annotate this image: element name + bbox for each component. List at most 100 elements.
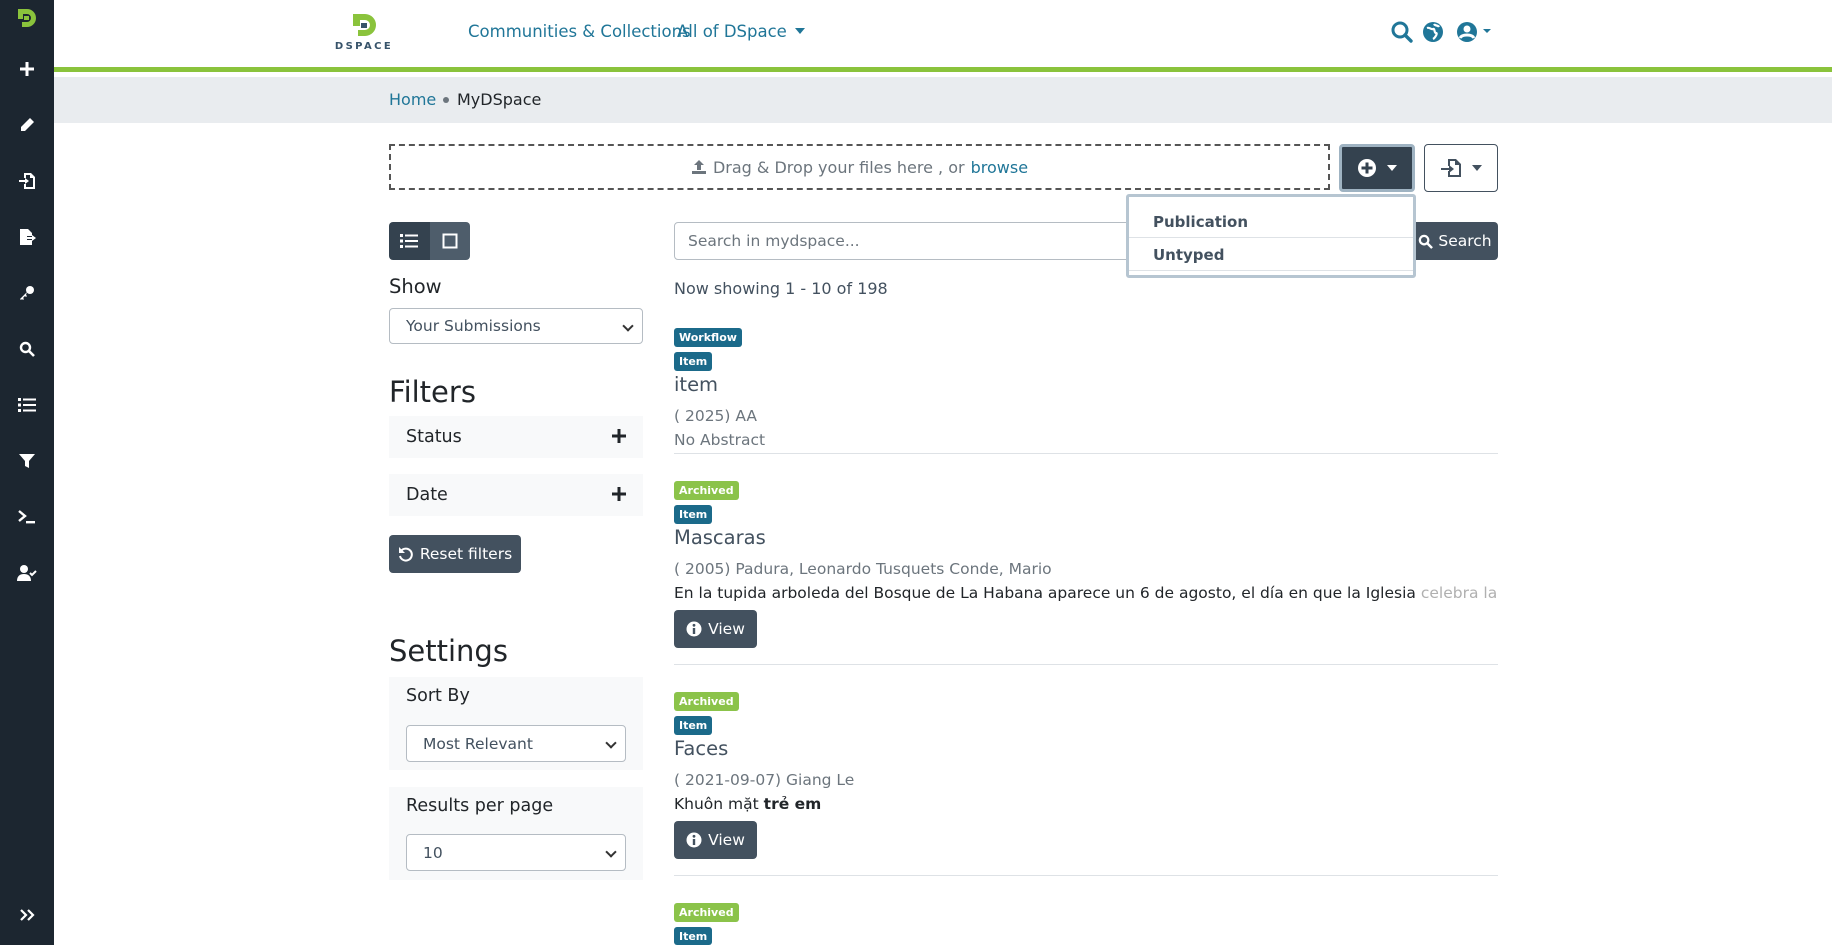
site-header [54,0,1832,72]
logo-text: DSPACE [334,41,394,52]
result-abstract: En la tupida arboleda del Bosque de La H… [674,584,1497,602]
reset-filters-label: Reset filters [419,545,513,563]
type-badge: Item [674,352,713,371]
chevron-down-icon [605,737,617,749]
view-button-label: View [708,831,745,849]
result-title[interactable]: Mascaras [674,526,766,549]
search-icon[interactable] [0,327,54,371]
filter-date[interactable]: Date [389,474,643,516]
import-icon[interactable] [0,159,54,203]
show-select[interactable]: Your Submissions [389,308,643,344]
chevron-down-icon [1472,165,1482,171]
admin-sidebar [0,0,54,945]
filter-status[interactable]: Status [389,416,643,458]
double-chevron-right-icon[interactable] [0,893,54,937]
results-per-page-value: 10 [423,843,443,862]
plus-icon[interactable] [0,47,54,91]
result-meta: ( 2021-09-07) Giang Le [674,771,855,789]
undo-icon [398,547,413,562]
type-badge: Item [674,927,713,945]
chevron-down-icon [622,320,634,332]
view-mode-toggle [389,222,470,260]
upload-icon [691,160,706,174]
plus-icon [612,429,626,443]
type-badge: Item [674,716,713,735]
file-dropzone[interactable]: Drag & Drop your files here , or browse [389,144,1330,190]
result-abstract: Khuôn mặt trẻ em [674,795,821,813]
menu-item-publication[interactable]: Publication [1129,206,1413,238]
result-abstract: No Abstract [674,431,766,449]
result-abstract-text: En la tupida arboleda del Bosque de La H… [674,584,1416,602]
status-badge: Archived [674,903,739,922]
nav-all-of-dspace[interactable]: All of DSpace [677,22,805,41]
add-submission-menu: Publication Untyped [1126,194,1416,278]
result-title[interactable]: Faces [674,737,728,760]
search-icon [1419,234,1434,249]
filter-icon[interactable] [0,439,54,483]
pencil-icon[interactable] [0,103,54,147]
dropzone-label: Drag & Drop your files here , or [712,157,965,177]
dspace-logo[interactable]: DSPACE [334,12,394,56]
search-icon[interactable] [1390,20,1414,48]
list-view-button[interactable] [389,222,430,260]
search-placeholder: Search in mydspace... [688,232,860,250]
status-badge: Archived [674,481,739,500]
grid-view-button[interactable] [429,222,470,260]
chevron-down-icon [605,846,617,858]
plus-circle-icon [1358,159,1376,177]
chevron-down-icon [794,28,805,34]
breadcrumb-current: MyDSpace [457,90,542,109]
results-per-page-select[interactable]: 10 [406,834,626,871]
search-button[interactable]: Search [1412,222,1498,260]
type-badge: Item [674,505,713,524]
list-icon[interactable] [0,383,54,427]
result-abstract-faded: celebra la [1420,584,1498,602]
result-divider [674,453,1498,454]
user-check-icon[interactable] [0,551,54,595]
key-icon[interactable] [0,271,54,315]
chevron-down-icon [1387,165,1397,171]
view-button[interactable]: View [674,610,757,648]
settings-heading: Settings [389,634,508,668]
results-per-page-label: Results per page [406,796,554,816]
dspace-logo-icon[interactable] [0,0,54,36]
user-menu[interactable] [1455,20,1491,48]
result-title[interactable]: item [674,373,718,396]
sort-by-select[interactable]: Most Relevant [406,725,626,762]
nav-all-of-dspace-label: All of DSpace [677,22,787,41]
add-submission-button[interactable] [1339,144,1415,192]
user-circle-icon [1457,22,1491,42]
breadcrumb [54,77,1832,123]
search-button-label: Search [1438,232,1492,250]
filter-status-label: Status [406,427,462,447]
filter-date-label: Date [406,485,448,505]
sort-by-value: Most Relevant [423,734,533,753]
info-circle-icon [686,832,702,848]
status-badge: Workflow [674,328,742,347]
breadcrumb-separator [443,97,449,103]
status-badge: Archived [674,692,739,711]
result-meta: ( 2025) AA [674,407,758,425]
file-import-icon [1441,159,1461,177]
show-select-value: Your Submissions [406,317,541,335]
info-circle-icon [686,621,702,637]
language-globe-icon[interactable] [1421,20,1445,48]
breadcrumb-home[interactable]: Home [389,90,436,109]
view-button-label: View [708,620,745,638]
export-icon[interactable] [0,215,54,259]
square-icon [442,233,458,249]
menu-item-untyped[interactable]: Untyped [1129,239,1413,271]
browse-link[interactable]: browse [971,158,1028,177]
list-icon [400,234,419,248]
view-button[interactable]: View [674,821,757,859]
result-divider [674,875,1498,876]
plus-icon [612,487,626,501]
nav-communities-collections[interactable]: Communities & Collections [468,22,691,41]
show-label: Show [389,275,442,298]
import-button[interactable] [1424,144,1498,192]
results-count: Now showing 1 - 10 of 198 [674,279,888,298]
terminal-icon[interactable] [0,495,54,539]
result-meta: ( 2005) Padura, Leonardo Tusquets Conde,… [674,560,1052,578]
filters-heading: Filters [389,375,476,409]
reset-filters-button[interactable]: Reset filters [389,535,521,573]
